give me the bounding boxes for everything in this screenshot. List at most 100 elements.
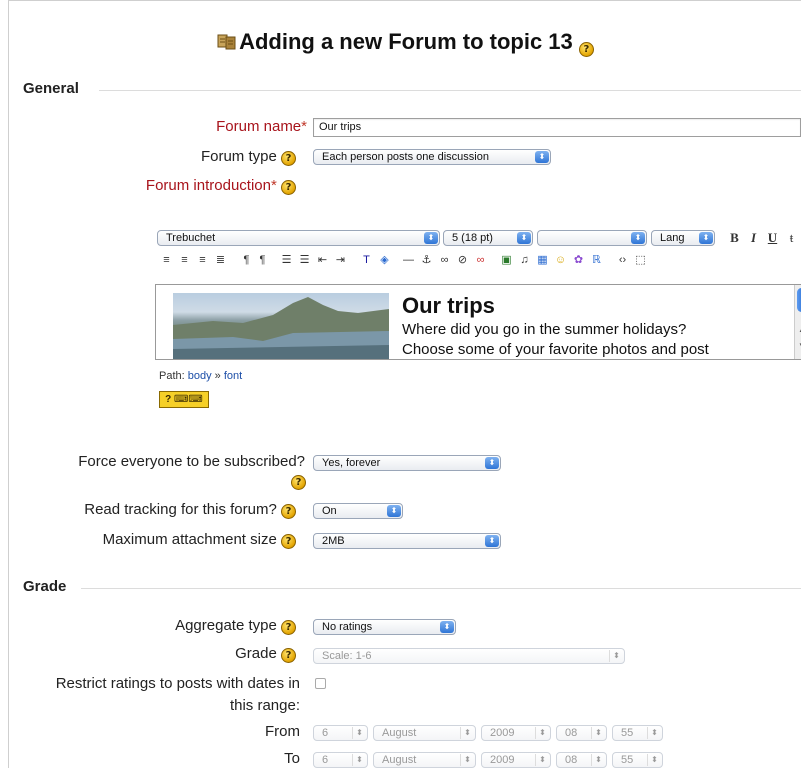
select-arrows-icon: ⬍ (485, 535, 499, 547)
align-left-icon[interactable]: ≡ (159, 253, 174, 267)
forum-type-select[interactable]: Each person posts one discussion ⬍ (313, 149, 551, 165)
ltr-icon[interactable]: ¶ (239, 253, 254, 267)
to-minute-select[interactable]: 55 ⬍ (612, 752, 663, 768)
table-icon[interactable]: ▦ (535, 253, 550, 267)
special-char-icon[interactable]: ✿ (571, 253, 586, 267)
bullet-list-icon[interactable]: ☰ (297, 253, 312, 267)
forum-name-label: Forum name* (216, 118, 307, 135)
to-month-select[interactable]: August ⬍ (373, 752, 476, 768)
help-icon[interactable]: ? (281, 151, 296, 166)
select-arrows-icon: ⬍ (631, 232, 645, 244)
to-hour-select[interactable]: 08 ⬍ (556, 752, 607, 768)
editor-font-family-select[interactable]: Trebuchet ⬍ (157, 230, 440, 246)
editor-path: Path: body » font (159, 370, 243, 382)
numbered-list-icon[interactable]: ☰ (279, 253, 294, 267)
image-icon[interactable]: ▣ (499, 253, 514, 267)
link-icon[interactable]: ∞ (437, 253, 452, 267)
select-arrows-icon: ⬍ (609, 650, 623, 662)
editor-heading: Our trips (402, 293, 495, 318)
select-arrows-icon: ⬍ (535, 151, 549, 163)
strikethrough-button[interactable]: ŧ (784, 231, 799, 245)
to-label: To (284, 750, 300, 767)
grade-select[interactable]: Scale: 1-6 ⬍ (313, 648, 625, 664)
help-icon[interactable]: ? (281, 648, 296, 663)
bold-button[interactable]: B (727, 231, 742, 245)
general-divider (99, 90, 801, 91)
from-hour-select[interactable]: 08 ⬍ (556, 725, 607, 741)
anchor-icon[interactable]: ⚓ (419, 253, 434, 267)
outdent-icon[interactable]: ⇤ (315, 253, 330, 267)
smiley-icon[interactable]: ☺ (553, 253, 568, 267)
forum-introduction-label: Forum introduction* ? (146, 177, 296, 195)
read-tracking-label: Read tracking for this forum? ? (84, 501, 296, 519)
forum-module-icon (217, 31, 237, 50)
editor-scroll-thumb[interactable] (797, 288, 801, 312)
html-source-icon[interactable]: ‹› (615, 253, 630, 267)
editor-line-2: Choose some of your favorite photos and … (402, 341, 709, 358)
general-legend: General (23, 80, 79, 97)
force-subscribe-select[interactable]: Yes, forever ⬍ (313, 455, 501, 471)
underline-button[interactable]: U (765, 231, 780, 245)
editor-content-area[interactable]: Our trips Where did you go in the summer… (155, 284, 801, 360)
path-body-link[interactable]: body (188, 370, 212, 382)
grade-label: Grade ? (235, 645, 296, 663)
indent-icon[interactable]: ⇥ (333, 253, 348, 267)
restrict-ratings-checkbox[interactable] (315, 678, 326, 689)
help-icon[interactable]: ? (281, 180, 296, 195)
grade-legend: Grade (23, 578, 67, 595)
editor-help-button[interactable]: ? ⌨⌨ (159, 391, 209, 408)
forum-name-input[interactable]: Our trips (313, 118, 801, 137)
select-arrows-icon: ⬍ (387, 505, 401, 517)
read-tracking-select[interactable]: On ⬍ (313, 503, 403, 519)
help-icon[interactable]: ? (291, 475, 306, 490)
editor-line-1: Where did you go in the summer holidays? (402, 321, 687, 338)
grade-divider (81, 588, 801, 589)
to-year-select[interactable]: 2009 ⬍ (481, 752, 551, 768)
media-icon[interactable]: ♫ (517, 253, 532, 267)
help-icon[interactable]: ? (281, 620, 296, 635)
background-color-icon[interactable]: ◈ (377, 253, 392, 267)
path-font-link[interactable]: font (224, 370, 242, 382)
italic-button[interactable]: I (746, 231, 761, 245)
text-color-icon[interactable]: T (359, 253, 374, 267)
editor-font-size-select[interactable]: 5 (18 pt) ⬍ (443, 230, 533, 246)
restrict-ratings-label: Restrict ratings to posts with dates in … (55, 675, 300, 714)
nolink-icon[interactable]: ∞ (473, 253, 488, 267)
editor-lang-select[interactable]: Lang ⬍ (651, 230, 715, 246)
help-icon[interactable]: ? (281, 504, 296, 519)
max-attachment-label: Maximum attachment size ? (103, 531, 296, 549)
select-arrows-icon: ⬍ (699, 232, 713, 244)
select-arrows-icon: ⬍ (517, 232, 531, 244)
from-year-select[interactable]: 2009 ⬍ (481, 725, 551, 741)
aggregate-type-label: Aggregate type ? (175, 617, 296, 635)
forum-type-label: Forum type ? (201, 148, 296, 166)
align-right-icon[interactable]: ≡ (195, 253, 210, 267)
editor-scrollbar[interactable]: ▲ ▼ (794, 285, 801, 359)
editor-toolbar-row-2: ≡ ≡ ≡ ≣ ¶ ¶ ☰ ☰ ⇤ ⇥ T ◈ — ⚓ ∞ ⊘ ∞ ▣ ♫ ▦ … (159, 253, 801, 269)
unlink-icon[interactable]: ⊘ (455, 253, 470, 267)
from-month-select[interactable]: August ⬍ (373, 725, 476, 741)
form-frame: Adding a new Forum to topic 13 ? General… (8, 0, 801, 768)
editor-format-select[interactable]: ⬍ (537, 230, 647, 246)
page-title-text: Adding a new Forum to topic 13 (239, 29, 573, 54)
from-minute-select[interactable]: 55 ⬍ (612, 725, 663, 741)
horizontal-rule-icon[interactable]: — (401, 253, 416, 267)
help-icon[interactable]: ? (578, 42, 594, 57)
justify-icon[interactable]: ≣ (213, 253, 228, 267)
from-day-select[interactable]: 6 ⬍ (313, 725, 368, 741)
align-center-icon[interactable]: ≡ (177, 253, 192, 267)
rtl-icon[interactable]: ¶ (255, 253, 270, 267)
to-day-select[interactable]: 6 ⬍ (313, 752, 368, 768)
select-arrows-icon: ⬍ (440, 621, 454, 633)
trip-photo (173, 293, 389, 359)
aggregate-type-select[interactable]: No ratings ⬍ (313, 619, 456, 635)
search-replace-icon[interactable]: ℝ (589, 253, 604, 267)
select-arrows-icon: ⬍ (424, 232, 438, 244)
page-title: Adding a new Forum to topic 13 ? (9, 29, 801, 57)
max-attachment-select[interactable]: 2MB ⬍ (313, 533, 501, 549)
help-icon[interactable]: ? (281, 534, 296, 549)
from-label: From (265, 723, 300, 740)
force-subscribe-label: Force everyone to be subscribed? (78, 453, 305, 470)
select-arrows-icon: ⬍ (485, 457, 499, 469)
fullscreen-icon[interactable]: ⬚ (633, 253, 648, 267)
